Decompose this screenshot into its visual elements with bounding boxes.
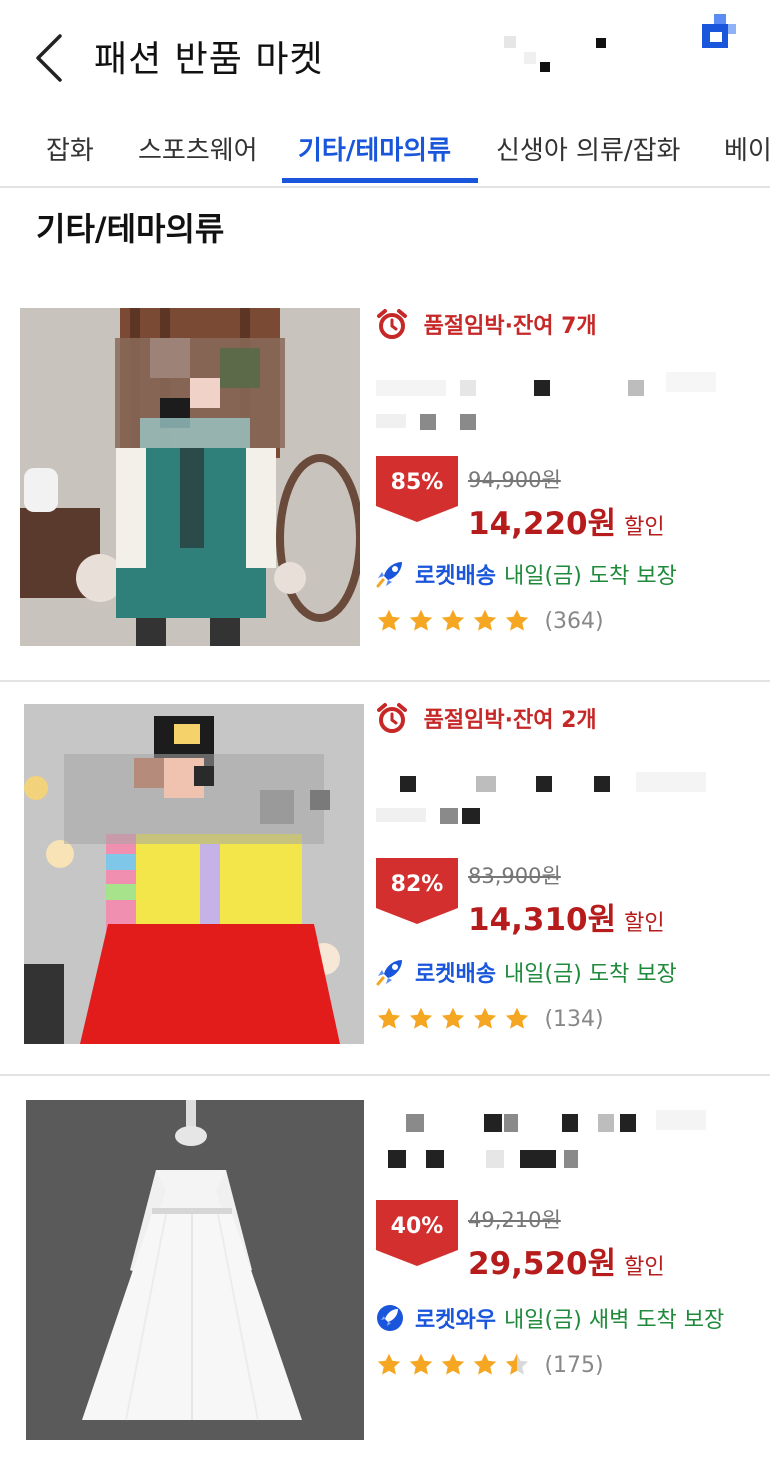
- sale-suffix: 할인: [624, 911, 665, 936]
- redacted-product-name: [376, 368, 726, 430]
- shipping-info: 로켓배송 내일(금) 도착 보장: [376, 558, 677, 590]
- original-price: 83,900원: [468, 864, 561, 888]
- low-stock-text: 품절임박·잔여 7개: [423, 314, 597, 339]
- star-icon: [377, 1007, 401, 1029]
- star-icon: [409, 1353, 433, 1375]
- star-icon: [409, 609, 433, 631]
- top-app-bar: 패션 반품 마켓: [0, 0, 770, 110]
- sale-price-amount: 14,220원: [468, 506, 617, 542]
- product-image: [26, 1100, 364, 1440]
- discount-percent: 85%: [390, 470, 444, 495]
- discount-percent: 82%: [390, 872, 444, 897]
- alarm-clock-icon: [377, 309, 407, 339]
- section-heading: 기타/테마의류: [36, 210, 225, 248]
- tab-newborn[interactable]: 신생아 의류/잡화: [496, 130, 680, 167]
- product-image: [20, 308, 360, 646]
- star-icon: [409, 1007, 433, 1029]
- shipping-info: 로켓와우 내일(금) 새벽 도착 보장: [376, 1302, 724, 1334]
- product-card[interactable]: 40% 49,210원 29,520원 할인 로켓와우 내일(금) 새벽 도착 보장…: [0, 1078, 770, 1476]
- active-tab-indicator: [282, 178, 478, 183]
- product-card[interactable]: 품절임박·잔여 7개 85% 94,900원 14,220원 할인 로켓배송 내…: [0, 290, 770, 682]
- redacted-pixel: [596, 38, 606, 48]
- alarm-clock-icon: [377, 703, 407, 733]
- redacted-pixel: [504, 36, 516, 48]
- discount-badge: 40%: [376, 1200, 458, 1266]
- sale-price: 29,520원 할인: [468, 1238, 665, 1283]
- tab-baby[interactable]: 베이: [724, 130, 770, 167]
- discount-badge: 82%: [376, 858, 458, 924]
- sale-price: 14,220원 할인: [468, 498, 665, 543]
- sale-price-amount: 14,310원: [468, 902, 617, 938]
- rocket-icon: [376, 960, 402, 986]
- star-icon: [377, 609, 401, 631]
- shipping-eta: 내일(금) 도착 보장: [503, 962, 677, 987]
- redacted-product-name: [376, 768, 726, 830]
- star-icon: [506, 609, 529, 631]
- page-title: 패션 반품 마켓: [94, 39, 324, 80]
- category-tabs: 잡화 스포츠웨어 기타/테마의류 신생아 의류/잡화 베이: [0, 112, 770, 188]
- back-button[interactable]: [28, 28, 72, 88]
- rocket-wow-icon: [377, 1305, 403, 1331]
- original-price: 49,210원: [468, 1208, 561, 1232]
- star-icon: [442, 609, 465, 631]
- low-stock-text: 품절임박·잔여 2개: [423, 708, 597, 733]
- star-rating: (364): [376, 608, 604, 634]
- low-stock-badge: 품절임박·잔여 7개: [376, 308, 597, 340]
- redacted-pixel: [524, 52, 536, 64]
- rocket-icon: [376, 562, 402, 588]
- shipping-brand: 로켓배송: [415, 962, 496, 987]
- sale-price: 14,310원 할인: [468, 894, 665, 939]
- star-icon: [442, 1007, 465, 1029]
- review-count: (134): [544, 1006, 604, 1032]
- tab-sportswear[interactable]: 스포츠웨어: [138, 130, 258, 167]
- low-stock-badge: 품절임박·잔여 2개: [376, 702, 597, 734]
- tab-accessories[interactable]: 잡화: [46, 130, 94, 167]
- star-icon: [506, 1007, 529, 1029]
- review-count: (364): [544, 608, 604, 634]
- star-icon: [474, 1007, 497, 1029]
- product-card[interactable]: 품절임박·잔여 2개 82% 83,900원 14,310원 할인 로켓배송 내…: [0, 684, 770, 1076]
- product-image: [24, 704, 364, 1044]
- original-price: 94,900원: [468, 468, 561, 492]
- star-rating: (175): [376, 1352, 604, 1378]
- redacted-pixel: [540, 62, 550, 72]
- sale-price-amount: 29,520원: [468, 1246, 617, 1282]
- star-icon: [442, 1353, 465, 1375]
- shipping-info: 로켓배송 내일(금) 도착 보장: [376, 956, 677, 988]
- shipping-brand: 로켓배송: [415, 564, 496, 589]
- discount-badge: 85%: [376, 456, 458, 522]
- tab-theme-clothing[interactable]: 기타/테마의류: [298, 130, 451, 167]
- star-icon: [377, 1353, 401, 1375]
- redacted-product-name: [376, 1106, 726, 1172]
- star-half-icon: [506, 1353, 529, 1375]
- sale-suffix: 할인: [624, 515, 665, 540]
- app-shortcut-icon[interactable]: [700, 14, 738, 50]
- star-icon: [474, 609, 497, 631]
- shipping-eta: 내일(금) 새벽 도착 보장: [503, 1308, 725, 1333]
- sale-suffix: 할인: [624, 1255, 665, 1280]
- review-count: (175): [544, 1352, 604, 1378]
- star-icon: [474, 1353, 497, 1375]
- discount-percent: 40%: [390, 1214, 444, 1239]
- chevron-left-icon: [36, 34, 62, 82]
- shipping-brand: 로켓와우: [415, 1308, 496, 1333]
- shipping-eta: 내일(금) 도착 보장: [503, 564, 677, 589]
- star-rating: (134): [376, 1006, 604, 1032]
